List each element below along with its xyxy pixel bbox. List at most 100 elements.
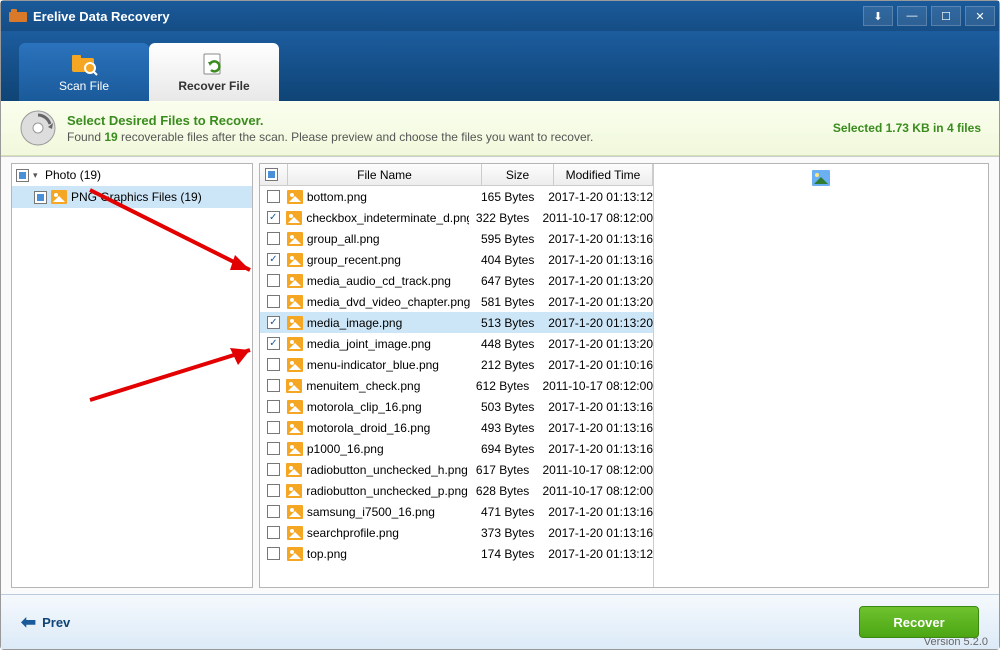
file-checkbox[interactable] [267,463,280,476]
file-size: 694 Bytes [473,442,542,456]
file-checkbox[interactable] [267,379,280,392]
file-row[interactable]: ✓media_joint_image.png448 Bytes2017-1-20… [260,333,653,354]
file-name: motorola_droid_16.png [307,421,430,435]
file-size: 595 Bytes [473,232,542,246]
image-file-icon [286,463,302,477]
file-row[interactable]: ✓checkbox_indeterminate_d.png322 Bytes20… [260,207,653,228]
file-modified: 2011-10-17 08:12:00 [536,463,653,477]
file-row[interactable]: group_all.png595 Bytes2017-1-20 01:13:16 [260,228,653,249]
image-file-icon [287,295,303,309]
image-file-icon [286,484,302,498]
file-checkbox[interactable]: ✓ [267,211,280,224]
image-file-icon [287,442,303,456]
file-checkbox[interactable]: ✓ [267,253,280,266]
tab-recover-file[interactable]: Recover File [149,43,279,101]
titlebar: Erelive Data Recovery ⬇ — ☐ ✕ [1,1,999,31]
image-file-icon [287,274,303,288]
file-modified: 2017-1-20 01:13:16 [542,253,653,267]
file-row[interactable]: radiobutton_unchecked_h.png617 Bytes2011… [260,459,653,480]
image-file-icon [287,400,303,414]
file-row[interactable]: top.png174 Bytes2017-1-20 01:13:12 [260,543,653,564]
file-checkbox[interactable] [267,526,280,539]
close-button[interactable]: ✕ [965,6,995,26]
file-modified: 2017-1-20 01:13:20 [542,316,653,330]
collapse-icon[interactable]: ▾ [33,170,43,181]
image-file-icon [286,211,302,225]
image-file-icon [287,232,303,246]
file-name: motorola_clip_16.png [307,400,422,414]
file-row[interactable]: samsung_i7500_16.png471 Bytes2017-1-20 0… [260,501,653,522]
file-modified: 2011-10-17 08:12:00 [536,211,653,225]
header-filename[interactable]: File Name [288,164,482,185]
checkbox-indeterminate[interactable] [265,168,278,181]
file-row[interactable]: menuitem_check.png612 Bytes2011-10-17 08… [260,375,653,396]
file-size: 165 Bytes [473,190,542,204]
image-preview-icon [812,170,830,186]
footer-bar: ⬅ Prev Recover [1,594,999,649]
file-size: 617 Bytes [469,463,537,477]
file-list: File Name Size Modified Time bottom.png1… [260,164,654,587]
prev-button[interactable]: ⬅ Prev [21,612,70,633]
image-file-icon [287,526,303,540]
file-checkbox[interactable]: ✓ [267,316,280,329]
download-button[interactable]: ⬇ [863,6,893,26]
image-file-icon [287,253,303,267]
file-checkbox[interactable] [267,190,280,203]
column-headers: File Name Size Modified Time [260,164,653,186]
file-size: 373 Bytes [473,526,542,540]
file-name: menuitem_check.png [306,379,420,393]
prev-label: Prev [42,615,70,630]
file-rows-container[interactable]: bottom.png165 Bytes2017-1-20 01:13:12 ✓ ch… [260,186,653,587]
file-size: 612 Bytes [469,379,537,393]
file-size: 174 Bytes [473,547,542,561]
file-checkbox[interactable] [267,505,280,518]
file-name: media_image.png [307,316,402,330]
file-name: menu-indicator_blue.png [307,358,439,372]
file-row[interactable]: searchprofile.png373 Bytes2017-1-20 01:1… [260,522,653,543]
file-checkbox[interactable] [267,295,280,308]
image-file-icon [287,505,303,519]
tree-root-photo[interactable]: ▾ Photo (19) [12,164,252,186]
window-controls: ⬇ — ☐ ✕ [863,6,999,26]
file-modified: 2017-1-20 01:13:16 [542,400,653,414]
maximize-button[interactable]: ☐ [931,6,961,26]
header-checkbox-col[interactable] [260,164,288,185]
minimize-button[interactable]: — [897,6,927,26]
checkbox-indeterminate[interactable] [16,169,29,182]
file-checkbox[interactable] [267,421,280,434]
file-checkbox[interactable] [267,547,280,560]
file-checkbox[interactable]: ✓ [267,337,280,350]
tab-scan-file[interactable]: Scan File [19,43,149,101]
file-size: 471 Bytes [473,505,542,519]
file-name: top.png [307,547,347,561]
file-row[interactable]: motorola_clip_16.png503 Bytes2017-1-20 0… [260,396,653,417]
file-name: checkbox_indeterminate_d.png [306,211,468,225]
file-modified: 2017-1-20 01:13:20 [542,337,653,351]
file-checkbox[interactable] [267,358,280,371]
status-banner: Select Desired Files to Recover. Found 1… [1,101,999,156]
recover-button[interactable]: Recover [859,606,979,638]
preview-panel [654,164,988,587]
header-modified[interactable]: Modified Time [554,164,653,185]
file-row[interactable]: ✓ media_image.png 513 Bytes2017-1-20 01:13… [260,312,653,333]
file-modified: 2017-1-20 01:13:16 [542,505,653,519]
tree-child-png[interactable]: PNG Graphics Files (19) [12,186,252,208]
file-row[interactable]: bottom.png165 Bytes2017-1-20 01:13:12 [260,186,653,207]
file-row[interactable]: radiobutton_unchecked_p.png628 Bytes2011… [260,480,653,501]
file-checkbox[interactable] [267,232,280,245]
image-file-icon [287,421,303,435]
file-row[interactable]: media_dvd_video_chapter.png581 Bytes2017… [260,291,653,312]
file-row[interactable]: menu-indicator_blue.png212 Bytes2017-1-2… [260,354,653,375]
header-size[interactable]: Size [482,164,554,185]
file-checkbox[interactable] [267,442,280,455]
file-checkbox[interactable] [267,400,280,413]
file-modified: 2017-1-20 01:13:16 [542,442,653,456]
file-checkbox[interactable] [267,484,280,497]
file-checkbox[interactable] [267,274,280,287]
file-row[interactable]: p1000_16.png694 Bytes2017-1-20 01:13:16 [260,438,653,459]
file-row[interactable]: ✓group_recent.png404 Bytes2017-1-20 01:1… [260,249,653,270]
file-row[interactable]: motorola_droid_16.png493 Bytes2017-1-20 … [260,417,653,438]
file-size: 513 Bytes [473,316,542,330]
checkbox-indeterminate[interactable] [34,191,47,204]
file-row[interactable]: media_audio_cd_track.png647 Bytes2017-1-… [260,270,653,291]
